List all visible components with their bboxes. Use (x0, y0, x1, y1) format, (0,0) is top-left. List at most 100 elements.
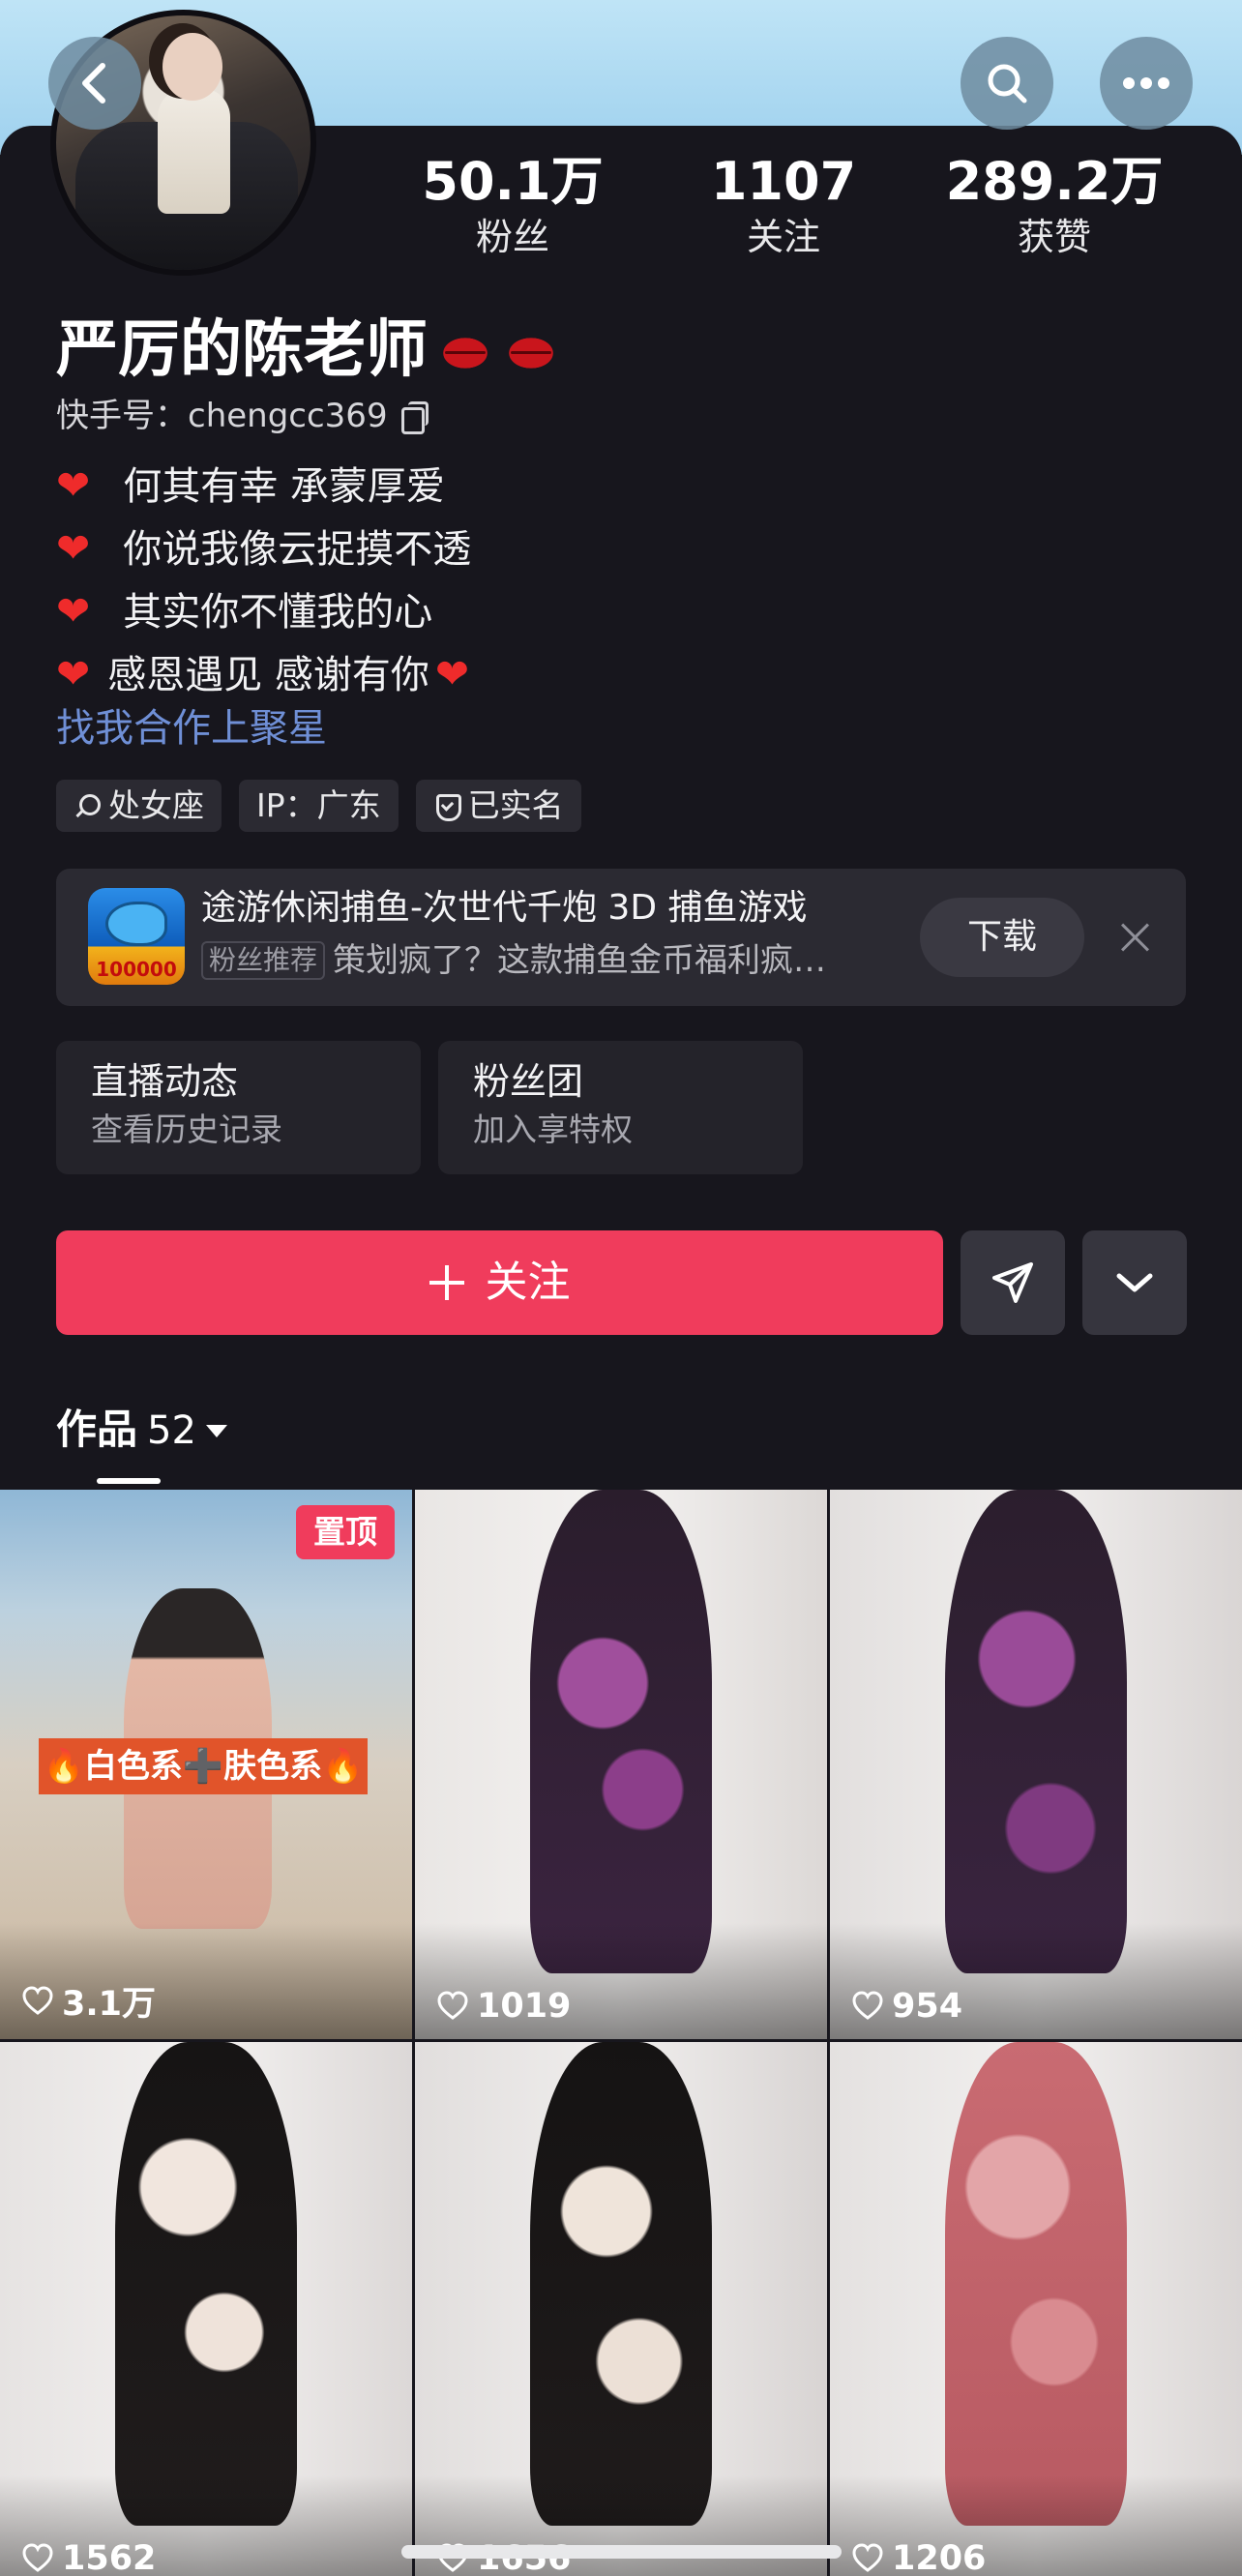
heart-icon: ❤ (56, 587, 91, 635)
back-button[interactable] (48, 37, 141, 130)
fan-card-title: 粉丝团 (473, 1060, 584, 1103)
fan-club-card[interactable]: 粉丝团 加入享特权 (438, 1041, 803, 1174)
expand-button[interactable] (1082, 1230, 1187, 1335)
works-count: 52 (147, 1408, 196, 1453)
bio-text: 你说我像云捉摸不透 (123, 527, 472, 572)
follow-label: 关注 (485, 1258, 571, 1307)
bio-line: ❤ 其实你不懂我的心 (56, 580, 471, 643)
search-icon (988, 64, 1027, 104)
fan-card-subtitle: 加入享特权 (473, 1110, 633, 1148)
bio-text: 感恩遇见 感谢有你 (107, 653, 429, 697)
ad-subtitle: 粉丝推荐 策划疯了？这款捕鱼金币福利疯… (201, 936, 826, 985)
lips-icon (437, 334, 493, 373)
like-count: 1562 (21, 2539, 156, 2576)
heart-icon: ❤ (56, 650, 91, 697)
like-count: 3.1万 (21, 1976, 156, 2026)
heart-icon: ❤ (434, 650, 470, 697)
copy-icon[interactable] (400, 401, 429, 434)
bio-line: ❤ 感恩遇见 感谢有你 ❤ (56, 643, 471, 706)
ad-badge: 粉丝推荐 (201, 941, 326, 980)
works-tab-label: 作品 (56, 1406, 138, 1453)
tag-label: 已实名 (467, 786, 564, 824)
live-card-subtitle: 查看历史记录 (91, 1110, 282, 1148)
avatar-head (163, 33, 222, 101)
likes-label: 获赞 (1017, 216, 1091, 258)
heart-outline-icon (852, 1991, 883, 2020)
tab-works[interactable]: 作品 52 (56, 1401, 227, 1460)
shield-icon (433, 792, 461, 821)
works-grid: 置顶 🔥白色系➕肤色系🔥 3.1万 1019 954 1562 1206 (0, 1490, 1242, 2576)
like-count: 954 (851, 1987, 962, 2026)
ad-banner[interactable]: 100000 途游休闲捕鱼-次世代千炮 3D 捕鱼游戏 粉丝推荐 策划疯了？这款捕… (56, 869, 1186, 1006)
live-card-title: 直播动态 (91, 1060, 239, 1103)
share-button[interactable] (961, 1230, 1065, 1335)
like-count: 1206 (851, 2539, 986, 2576)
video-thumbnail[interactable]: 954 (830, 1490, 1242, 2039)
like-count-text: 1206 (892, 2539, 987, 2576)
tab-indicator (97, 1478, 161, 1484)
heart-outline-icon (22, 2543, 53, 2572)
thumbnail-figure (945, 1490, 1127, 1973)
following-count: 1107 (710, 151, 857, 212)
live-history-card[interactable]: 直播动态 查看历史记录 (56, 1041, 421, 1174)
tag-label: 处女座 (108, 786, 204, 824)
like-count-text: 3.1万 (62, 1985, 157, 2024)
bio-line: ❤ 你说我像云捉摸不透 (56, 518, 471, 580)
pinned-badge: 置顶 (296, 1505, 395, 1559)
video-caption: 🔥白色系➕肤色系🔥 (39, 1738, 368, 1794)
plus-icon (429, 1265, 464, 1300)
search-button[interactable] (961, 37, 1053, 130)
close-icon[interactable] (1110, 913, 1159, 962)
heart-outline-icon (437, 1991, 468, 2020)
tag-ip-location: IP：广东 (239, 780, 399, 832)
game-app-icon: 100000 (88, 888, 185, 985)
heart-icon: ❤ (56, 461, 91, 509)
bio-line: ❤ 何其有幸 承蒙厚爱 (56, 455, 471, 518)
download-button[interactable]: 下载 (920, 898, 1084, 977)
heart-outline-icon (22, 1985, 53, 2015)
thumbnail-figure (945, 2042, 1127, 2526)
home-indicator[interactable] (401, 2545, 842, 2559)
bio: ❤ 何其有幸 承蒙厚爱 ❤ 你说我像云捉摸不透 ❤ 其实你不懂我的心 ❤ 感恩遇见 感谢… (56, 455, 471, 706)
video-thumbnail[interactable]: 1656 (415, 2042, 827, 2576)
caret-down-icon (205, 1425, 227, 1437)
display-name-text: 严厉的陈老师 (56, 314, 428, 386)
like-count-text: 1562 (62, 2539, 157, 2576)
video-thumbnail[interactable]: 1562 (0, 2042, 412, 2576)
search-icon (74, 792, 101, 819)
chevron-down-icon (1116, 1273, 1153, 1292)
fans-label: 粉丝 (475, 216, 549, 258)
more-icon (1123, 77, 1169, 89)
video-thumbnail[interactable]: 1019 (415, 1490, 827, 2039)
thumbnail-figure (530, 1490, 712, 1973)
tag-zodiac[interactable]: 处女座 (56, 780, 222, 832)
fish-graphic (105, 902, 167, 946)
fans-count: 50.1万 (422, 151, 604, 212)
cooperation-link[interactable]: 找我合作上聚星 (56, 701, 327, 755)
stat-likes[interactable]: 289.2万 获赞 (938, 150, 1170, 266)
tag-list: 处女座 IP：广东 已实名 (56, 780, 581, 832)
video-thumbnail[interactable]: 1206 (830, 2042, 1242, 2576)
tag-label: IP：广东 (256, 786, 381, 824)
tag-verified[interactable]: 已实名 (415, 780, 581, 832)
ad-subtitle-text: 策划疯了？这款捕鱼金币福利疯… (333, 941, 827, 980)
like-count: 1019 (436, 1987, 571, 2026)
lips-icon (503, 334, 559, 373)
heart-outline-icon (852, 2543, 883, 2572)
video-thumbnail[interactable]: 置顶 🔥白色系➕肤色系🔥 3.1万 (0, 1490, 412, 2039)
likes-count: 289.2万 (945, 151, 1164, 212)
bio-text: 何其有幸 承蒙厚爱 (123, 464, 445, 509)
chevron-left-icon (82, 63, 105, 104)
send-icon (992, 1262, 1033, 1303)
stat-fans[interactable]: 50.1万 粉丝 (416, 150, 609, 266)
user-id: 快手号：chengcc369 (56, 395, 429, 437)
thumbnail-figure (115, 2042, 297, 2526)
stat-following[interactable]: 1107 关注 (687, 150, 880, 266)
like-count-text: 954 (892, 1987, 963, 2026)
follow-button[interactable]: 关注 (56, 1230, 943, 1335)
display-name: 严厉的陈老师 (56, 311, 559, 389)
following-label: 关注 (746, 216, 820, 258)
heart-icon: ❤ (56, 524, 91, 572)
more-button[interactable] (1100, 37, 1193, 130)
ad-title: 途游休闲捕鱼-次世代千炮 3D 捕鱼游戏 (201, 888, 808, 928)
